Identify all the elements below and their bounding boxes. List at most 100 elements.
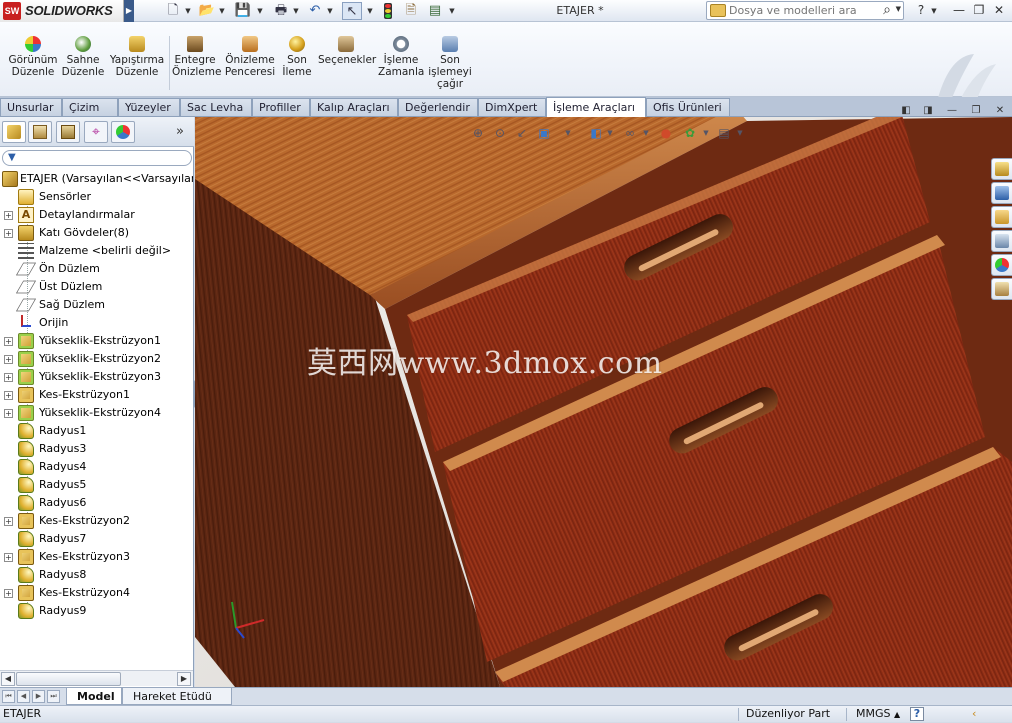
- view-dropdown-icon[interactable]: ▼: [560, 125, 576, 141]
- task-pane-search-tab[interactable]: [991, 230, 1012, 252]
- tab-render-tools[interactable]: İşleme Araçları: [546, 97, 646, 117]
- solidworks-logo[interactable]: SW SOLIDWORKS: [0, 0, 124, 22]
- tree-filter-input[interactable]: ▼: [2, 150, 192, 166]
- tree-item[interactable]: Sağ Düzlem: [0, 296, 193, 314]
- save-dropdown-icon[interactable]: ▼: [256, 2, 264, 20]
- expand-icon[interactable]: +: [4, 337, 13, 346]
- menu-flyout-arrow-icon[interactable]: ▶: [124, 0, 134, 22]
- tab-model[interactable]: Model: [66, 688, 122, 705]
- tree-item[interactable]: + Yükseklik-Ekstrüzyon1: [0, 332, 193, 350]
- scroll-left-icon[interactable]: ◀: [1, 672, 15, 686]
- prev-tab-icon[interactable]: ◀: [17, 690, 30, 703]
- rebuild-icon[interactable]: [384, 3, 392, 19]
- tab-sheet-metal[interactable]: Sac Levha: [180, 98, 252, 116]
- print-dropdown-icon[interactable]: ▼: [292, 2, 300, 20]
- tree-item[interactable]: Radyus4: [0, 458, 193, 476]
- quick-tips-help-icon[interactable]: ?: [910, 707, 924, 721]
- zoom-to-fit-icon[interactable]: ⊕: [470, 125, 486, 141]
- close-icon[interactable]: ✕: [990, 2, 1008, 18]
- tab-evaluate[interactable]: Değerlendir: [398, 98, 478, 116]
- configuration-manager-tab[interactable]: [56, 121, 80, 143]
- open-folder-icon[interactable]: 📂: [198, 2, 216, 20]
- graphics-viewport[interactable]: [195, 117, 1012, 687]
- final-render-button[interactable]: Son İleme: [280, 36, 314, 78]
- next-tab-icon[interactable]: ▶: [32, 690, 45, 703]
- edit-appearance-viewport-icon[interactable]: ●: [658, 125, 674, 141]
- new-document-icon[interactable]: 🗋: [164, 2, 182, 20]
- expand-icon[interactable]: +: [4, 211, 13, 220]
- print-icon[interactable]: 🖶: [272, 2, 290, 20]
- new-dropdown-icon[interactable]: ▼: [184, 2, 192, 20]
- edit-decal-button[interactable]: Yapıştırma Düzenle: [108, 36, 166, 78]
- options-button[interactable]: Seçenekler: [318, 36, 376, 66]
- select-cursor-icon[interactable]: ↖: [342, 2, 362, 20]
- expand-icon[interactable]: +: [4, 355, 13, 364]
- tree-item[interactable]: Sensörler: [0, 188, 193, 206]
- property-manager-tab[interactable]: [28, 121, 52, 143]
- view-settings-icon[interactable]: ▤: [716, 125, 732, 141]
- dimxpert-manager-tab[interactable]: ⌖: [84, 121, 108, 143]
- task-pane-library-tab[interactable]: [991, 182, 1012, 204]
- task-pane-explorer-tab[interactable]: [991, 206, 1012, 228]
- unit-system-selector[interactable]: MMGS ▲: [856, 706, 900, 723]
- tree-item[interactable]: Radyus7: [0, 530, 193, 548]
- tab-weldments[interactable]: Profiller: [252, 98, 310, 116]
- status-arrow-icon[interactable]: ‹: [972, 706, 976, 722]
- viewport-minimize-icon[interactable]: —: [945, 104, 959, 118]
- integrated-preview-button[interactable]: Entegre Önizleme: [172, 36, 221, 78]
- more-tabs-chevron-icon[interactable]: »: [176, 124, 184, 139]
- search-icon[interactable]: ⌕: [883, 2, 891, 18]
- previous-view-icon[interactable]: ↙: [514, 125, 530, 141]
- tree-item[interactable]: Radyus9: [0, 602, 193, 620]
- tab-surfaces[interactable]: Yüzeyler: [118, 98, 180, 116]
- display-style-icon[interactable]: ∞: [622, 125, 638, 141]
- options-dropdown-icon[interactable]: ▼: [448, 2, 456, 20]
- edit-scene-button[interactable]: Sahne Düzenle: [60, 36, 106, 78]
- section-view-icon[interactable]: ▣: [536, 125, 552, 141]
- first-tab-icon[interactable]: ⏮: [2, 690, 15, 703]
- zoom-to-area-icon[interactable]: ⊙: [492, 125, 508, 141]
- tree-item[interactable]: Radyus3: [0, 440, 193, 458]
- task-pane-appearances-tab[interactable]: [991, 254, 1012, 276]
- tree-item[interactable]: Radyus8: [0, 566, 193, 584]
- tab-dimxpert[interactable]: DimXpert: [478, 98, 546, 116]
- feature-manager-tab[interactable]: [2, 121, 26, 143]
- tree-item[interactable]: + Kes-Ekstrüzyon4: [0, 584, 193, 602]
- expand-icon[interactable]: +: [4, 229, 13, 238]
- minimize-icon[interactable]: —: [950, 2, 968, 18]
- tree-item[interactable]: + Katı Gövdeler(8): [0, 224, 193, 242]
- expand-icon[interactable]: +: [4, 373, 13, 382]
- tab-motion-study[interactable]: Hareket Etüdü 1: [122, 688, 232, 720]
- tree-item[interactable]: Ön Düzlem: [0, 260, 193, 278]
- search-dropdown-icon[interactable]: ▼: [896, 5, 901, 13]
- tab-mold-tools[interactable]: Kalıp Araçları: [310, 98, 398, 116]
- tree-item[interactable]: Üst Düzlem: [0, 278, 193, 296]
- tree-item[interactable]: + Kes-Ekstrüzyon2: [0, 512, 193, 530]
- expand-icon[interactable]: +: [4, 553, 13, 562]
- tree-item[interactable]: + A Detaylandırmalar: [0, 206, 193, 224]
- apply-scene-icon[interactable]: ✿: [682, 125, 698, 141]
- tree-item[interactable]: + Kes-Ekstrüzyon1: [0, 386, 193, 404]
- task-pane-properties-tab[interactable]: [991, 278, 1012, 300]
- save-icon[interactable]: 💾: [234, 2, 252, 20]
- viewport-close-icon[interactable]: ✕: [993, 104, 1007, 118]
- expand-icon[interactable]: +: [4, 589, 13, 598]
- search-input[interactable]: [729, 3, 877, 18]
- schedule-render-button[interactable]: İşleme Zamanla: [378, 36, 424, 78]
- expand-icon[interactable]: +: [4, 391, 13, 400]
- task-pane-home-tab[interactable]: [991, 158, 1012, 180]
- tree-item[interactable]: Radyus6: [0, 494, 193, 512]
- open-dropdown-icon[interactable]: ▼: [218, 2, 226, 20]
- tree-root-part[interactable]: ETAJER (Varsayılan<<Varsayılan>_: [0, 170, 193, 188]
- undo-dropdown-icon[interactable]: ▼: [326, 2, 334, 20]
- scene-dropdown-icon[interactable]: ▼: [698, 125, 714, 141]
- tree-item[interactable]: Radyus5: [0, 476, 193, 494]
- help-dropdown-icon[interactable]: ▼: [930, 2, 938, 20]
- expand-icon[interactable]: +: [4, 409, 13, 418]
- tree-item[interactable]: + Kes-Ekstrüzyon3: [0, 548, 193, 566]
- preview-window-button[interactable]: Önizleme Penceresi: [224, 36, 276, 78]
- undo-icon[interactable]: ↶: [306, 2, 324, 20]
- viewport-left-icon[interactable]: ◧: [899, 104, 913, 118]
- help-icon[interactable]: ?: [912, 2, 930, 18]
- file-properties-icon[interactable]: 🗎: [402, 2, 420, 20]
